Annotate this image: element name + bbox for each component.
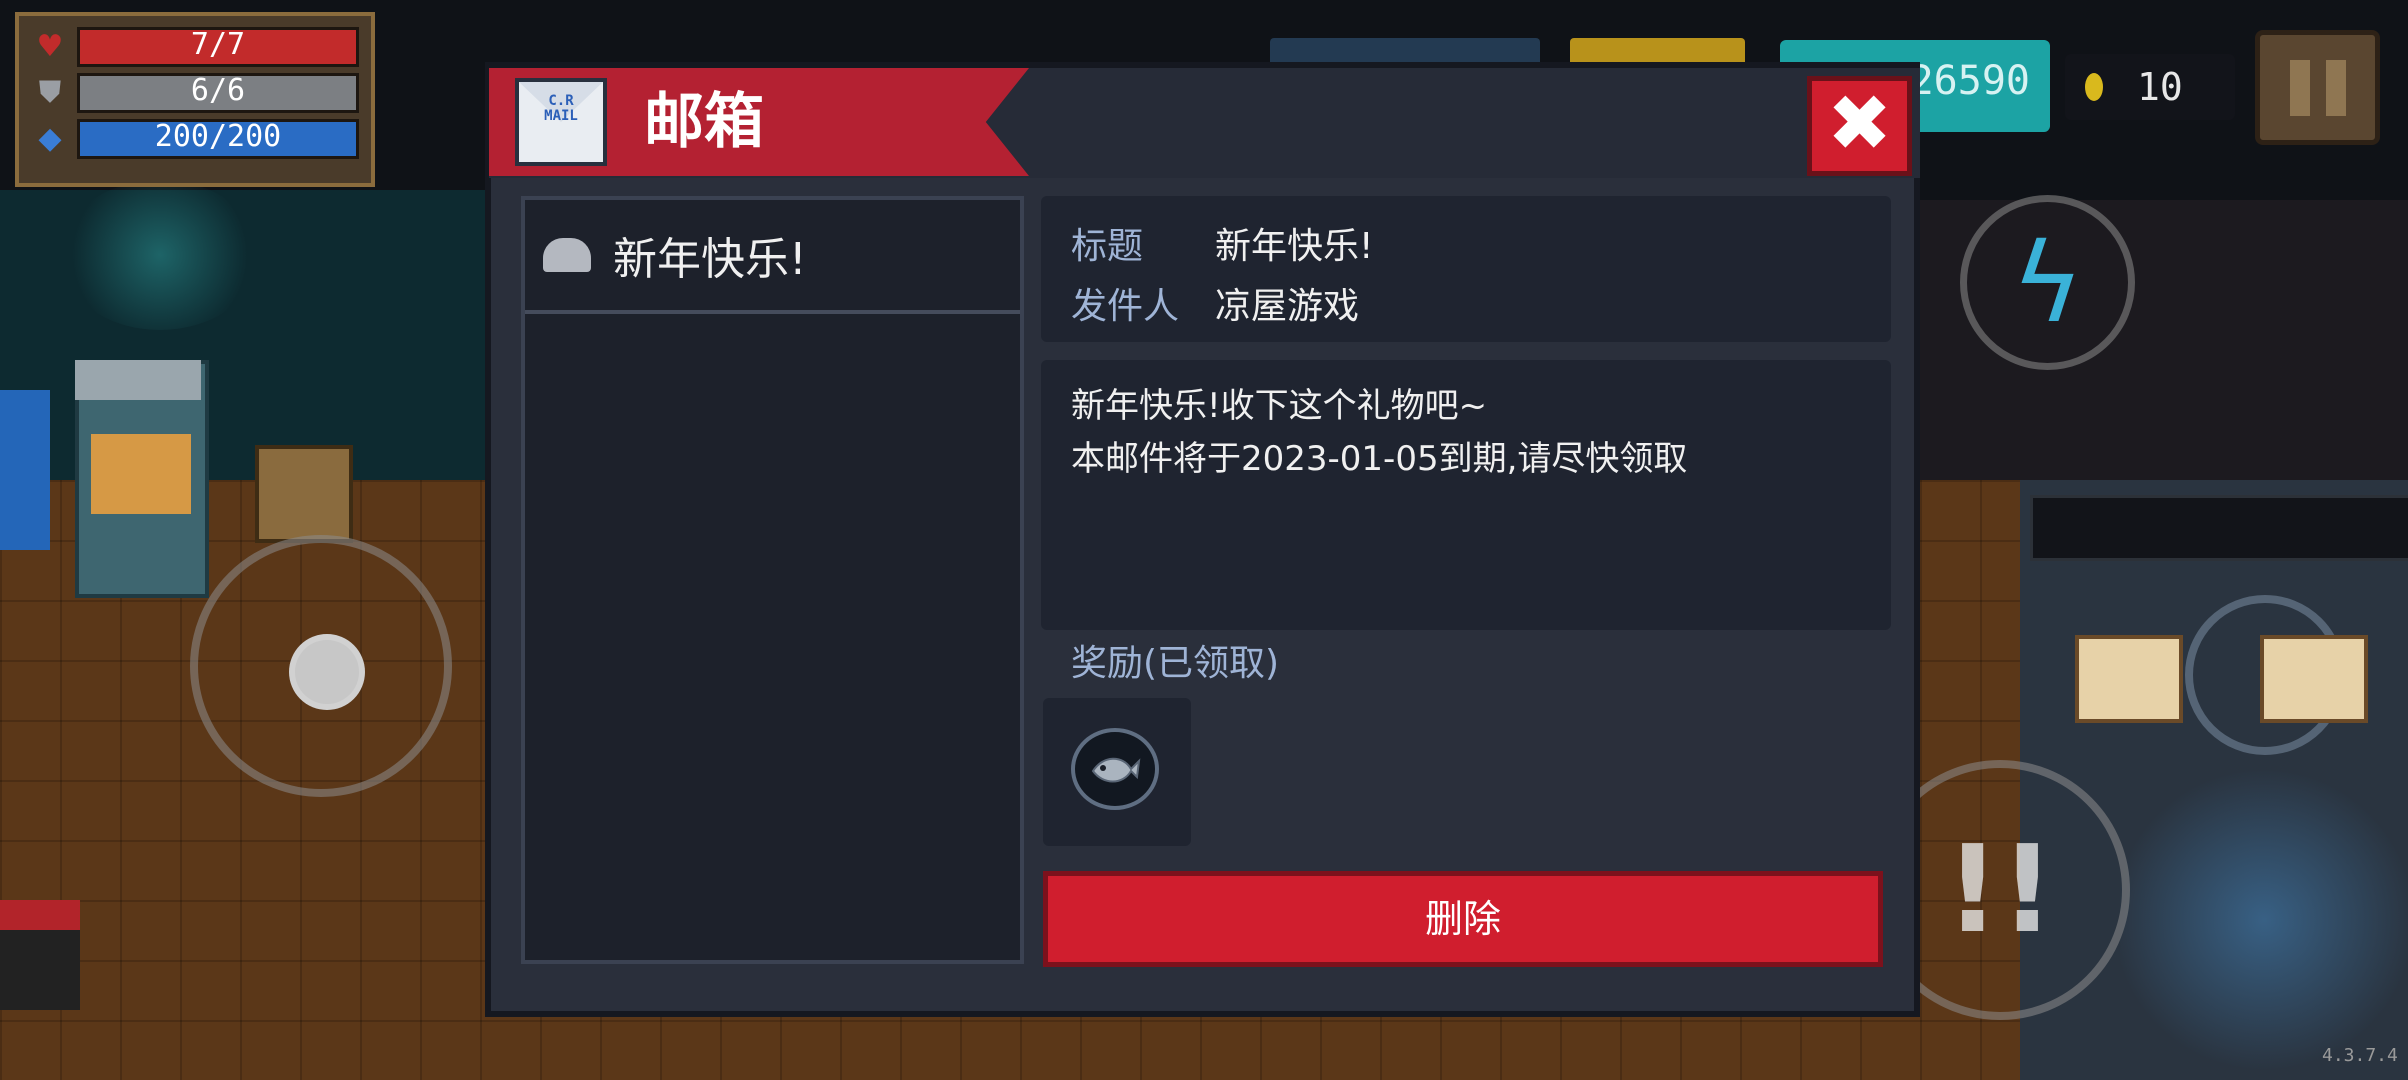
mail-body-line-1: 新年快乐!收下这个礼物吧~ [1071,386,1488,426]
mail-list-item[interactable]: 新年快乐! [525,200,1020,314]
skill-button[interactable]: ϟ [1960,195,2135,370]
treasure-chest [255,445,353,543]
mail-envelope-icon: C.R MAIL [515,78,607,166]
mail-list: 新年快乐! [521,196,1024,964]
reward-slot[interactable] [1043,698,1191,846]
blue-knight-character [0,390,50,550]
version-label: 4.3.7.4 [2322,1045,2398,1066]
coin-icon [2085,73,2103,101]
hp-row: ♥ 7/7 [31,24,359,70]
mailbox-dialog: C.R MAIL 邮箱 ✖ 新年快乐! 标题 新年快乐! 发件人 凉屋游戏 新年快… [485,62,1920,1017]
energy-bar: 200/200 [77,119,359,159]
subject-row: 标题 新年快乐! [1071,218,1373,268]
subject-key: 标题 [1071,226,1144,267]
virtual-joystick[interactable] [190,535,452,797]
teal-light-glow [60,180,260,330]
exclamation-icon: !! [1945,820,2055,960]
mail-list-item-title: 新年快乐! [613,234,807,285]
sender-row: 发件人 凉屋游戏 [1071,278,1359,328]
mail-stamp-icon: C.R MAIL [544,93,578,124]
shield-icon: ⛊ [38,75,62,110]
weapon-card-1 [2075,635,2183,723]
heart-icon: ♥ [36,29,64,64]
fish-icon-graphic [1091,757,1141,783]
envelope-open-icon [543,238,591,272]
gacha-machine-glass [91,434,191,514]
gacha-machine-top [75,360,201,400]
energy-row: ◆ 200/200 [31,116,359,162]
blue-light-glow [2120,760,2408,1080]
delete-button[interactable]: 删除 [1043,871,1883,967]
mail-body: 新年快乐!收下这个礼物吧~ 本邮件将于2023-01-05到期,请尽快领取 [1041,360,1891,630]
fish-icon [1071,728,1159,810]
gacha-machine [75,360,209,598]
pause-icon-bar-left [2289,59,2310,116]
lightning-icon: ϟ [2011,218,2084,347]
armor-row: ⛊ 6/6 [31,70,359,116]
weapon-card-2 [2260,635,2368,723]
player-stats-panel: ♥ 7/7 ⛊ 6/6 ◆ 200/200 [15,12,375,187]
dialog-title: 邮箱 [644,87,764,157]
mail-header-panel: 标题 新年快乐! 发件人 凉屋游戏 [1041,196,1891,342]
close-button[interactable]: ✖ [1807,76,1912,176]
weapon-shelf [2030,495,2408,561]
pause-icon-bar-right [2325,59,2346,116]
coin-count: 10 [2137,65,2183,109]
armor-bar: 6/6 [77,73,359,113]
sender-value: 凉屋游戏 [1215,286,1360,327]
hp-bar: 7/7 [77,27,359,67]
joystick-knob[interactable] [289,634,365,710]
diamond-icon: ◆ [38,121,62,156]
pause-button[interactable] [2255,30,2380,145]
coin-counter: 10 [2065,54,2235,120]
reward-label: 奖励(已领取) [1071,643,1280,684]
mail-body-line-2: 本邮件将于2023-01-05到期,请尽快领取 [1071,439,1688,479]
red-pet-character [0,900,80,1010]
dialog-header: C.R MAIL 邮箱 ✖ [489,68,1920,178]
subject-value: 新年快乐! [1215,226,1374,267]
sender-key: 发件人 [1071,286,1180,327]
